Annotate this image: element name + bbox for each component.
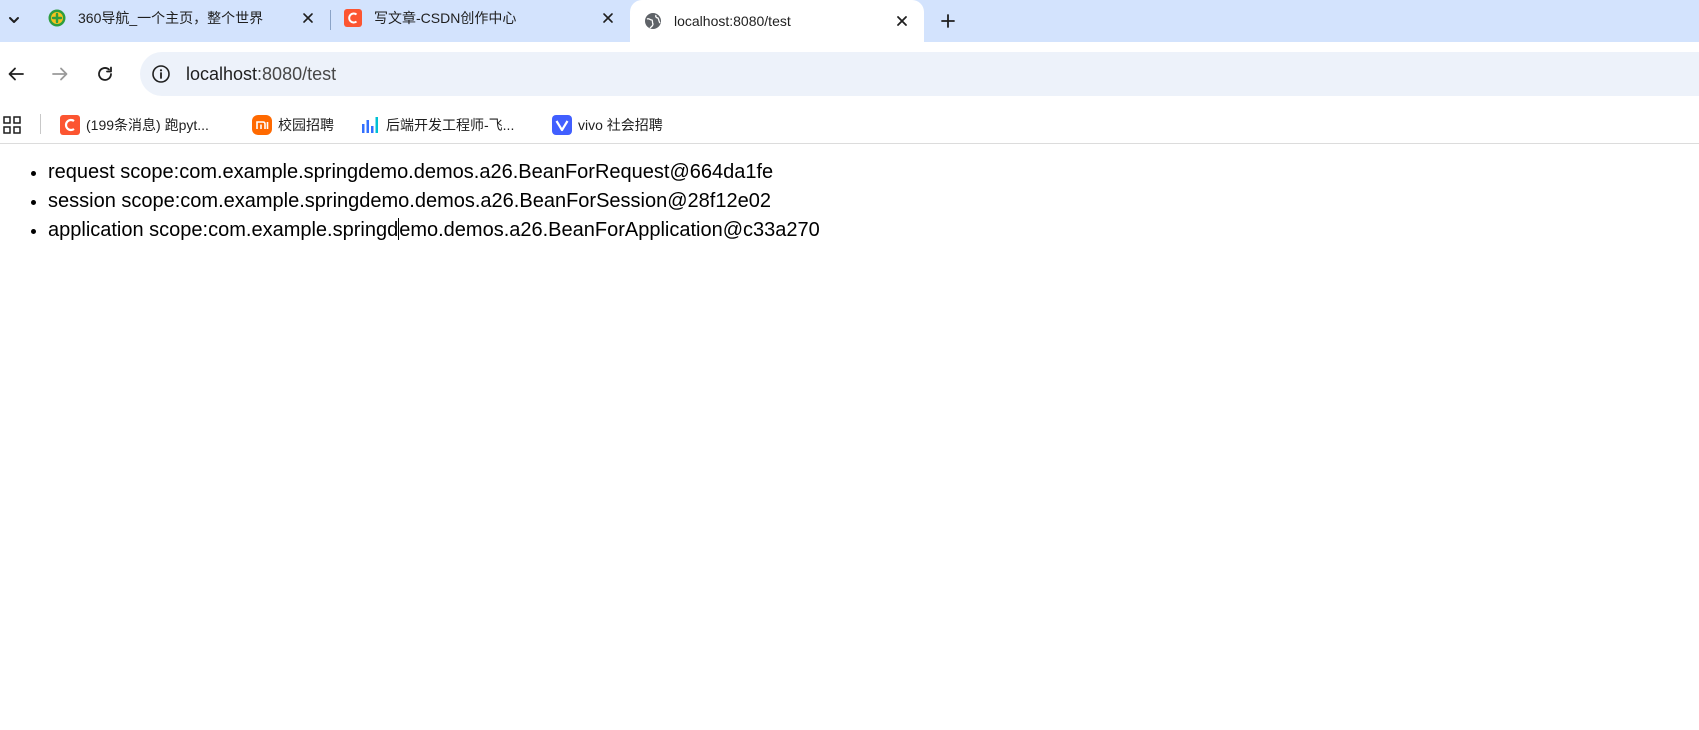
bookmark-label: (199条消息) 跑pyt... — [86, 117, 209, 133]
globe-icon — [645, 13, 661, 29]
bookmark-label: 后端开发工程师-飞... — [386, 117, 515, 133]
close-icon[interactable] — [300, 10, 316, 26]
tab-360[interactable]: 360导航_一个主页，整个世界 — [30, 0, 330, 36]
bookmark-csdn[interactable]: (199条消息) 跑pyt... — [60, 113, 209, 137]
bookmark-label: 校园招聘 — [278, 117, 334, 133]
forward-button[interactable] — [44, 58, 76, 90]
plus-icon — [941, 14, 955, 28]
page-content: request scope:com.example.springdemo.dem… — [0, 145, 1699, 730]
url-path: :8080/test — [257, 63, 337, 84]
list-item-application: application scope:com.example.springdemo… — [48, 216, 820, 245]
csdn-icon — [344, 9, 362, 27]
apps-grid-icon[interactable] — [2, 115, 22, 135]
bookmark-mi-campus[interactable]: 校园招聘 — [252, 113, 334, 137]
bookmarks-bar: (199条消息) 跑pyt... 校园招聘 后端开发工程师-飞... vivo … — [0, 106, 1699, 144]
bookmarks-divider — [40, 114, 41, 134]
url-host: localhost — [186, 63, 258, 84]
address-bar[interactable]: localhost:8080/test — [140, 52, 1699, 96]
reload-button[interactable] — [89, 58, 121, 90]
chevron-down-icon — [9, 17, 19, 23]
site-info-icon[interactable] — [150, 63, 172, 85]
bean-list: request scope:com.example.springdemo.dem… — [48, 158, 820, 245]
tab-csdn[interactable]: 写文章-CSDN创作中心 — [330, 0, 630, 36]
arrow-left-icon — [8, 67, 24, 81]
bookmark-feishu-job[interactable]: 后端开发工程师-飞... — [360, 113, 514, 137]
chart-bars-icon — [362, 117, 378, 133]
item-text-end: emo.demos.a26.BeanForApplication@c33a270 — [399, 219, 820, 241]
url-text: localhost:8080/test — [186, 64, 336, 85]
tab-title: 360导航_一个主页，整个世界 — [78, 10, 264, 26]
back-button[interactable] — [0, 58, 32, 90]
reload-icon — [98, 66, 112, 81]
bookmark-label: vivo 社会招聘 — [578, 117, 663, 133]
list-item-session: session scope:com.example.springdemo.dem… — [48, 187, 820, 216]
tab-strip: 360导航_一个主页，整个世界 写文章-CSDN创作中心 localhost:8… — [0, 0, 1699, 42]
bookmark-vivo-jobs[interactable]: vivo 社会招聘 — [552, 113, 663, 137]
360-icon — [48, 9, 66, 27]
item-text-start: application scope:com.example.springd — [48, 219, 399, 241]
close-icon[interactable] — [894, 13, 910, 29]
tab-search-button[interactable] — [2, 8, 26, 32]
csdn-icon — [60, 115, 80, 135]
arrow-right-icon — [52, 67, 68, 81]
toolbar: localhost:8080/test — [0, 42, 1699, 106]
vivo-icon — [552, 115, 572, 135]
mi-icon — [252, 115, 272, 135]
tab-localhost-active[interactable]: localhost:8080/test — [630, 0, 924, 42]
close-icon[interactable] — [600, 10, 616, 26]
list-item-request: request scope:com.example.springdemo.dem… — [48, 158, 820, 187]
tab-title: 写文章-CSDN创作中心 — [374, 10, 517, 26]
tab-title: localhost:8080/test — [674, 13, 791, 29]
new-tab-button[interactable] — [936, 9, 960, 33]
